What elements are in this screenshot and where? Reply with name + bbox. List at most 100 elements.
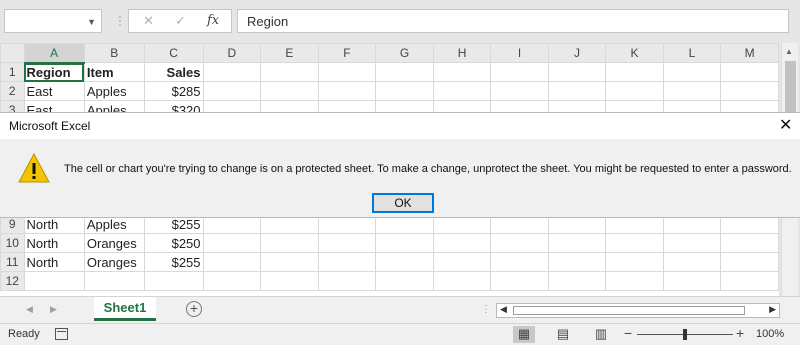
zoom-level[interactable]: 100%	[756, 328, 784, 340]
cell[interactable]: $250	[143, 233, 204, 253]
cell[interactable]	[605, 62, 664, 82]
cell[interactable]	[202, 252, 262, 272]
cell[interactable]	[260, 252, 319, 272]
next-sheet-icon[interactable]: ▶	[50, 304, 57, 315]
cell[interactable]	[375, 252, 434, 272]
cell[interactable]	[83, 271, 145, 291]
cell[interactable]: North	[23, 252, 85, 272]
cell[interactable]	[202, 81, 262, 101]
column-header-k[interactable]: K	[605, 43, 664, 63]
cell[interactable]	[202, 62, 262, 82]
row-header[interactable]: 1	[0, 62, 25, 82]
insert-function-icon[interactable]: fx	[207, 13, 219, 28]
scroll-up-icon[interactable]: ▲	[785, 47, 793, 56]
zoom-slider-handle[interactable]	[683, 329, 687, 340]
cell[interactable]	[432, 62, 492, 82]
cell[interactable]: East	[23, 81, 85, 101]
cell[interactable]	[662, 252, 722, 272]
add-sheet-icon[interactable]: +	[186, 301, 202, 317]
cell[interactable]	[720, 81, 779, 101]
cell[interactable]	[720, 271, 779, 291]
column-header-j[interactable]: J	[547, 43, 607, 63]
cell[interactable]	[662, 233, 722, 253]
normal-view-icon[interactable]: ▦	[513, 326, 535, 343]
row-header[interactable]: 2	[0, 81, 25, 101]
cell[interactable]	[202, 271, 262, 291]
column-header-m[interactable]: M	[720, 43, 779, 63]
cell[interactable]	[605, 233, 664, 253]
horizontal-scrollbar[interactable]: ◀ ▶	[496, 303, 780, 318]
cell[interactable]	[605, 252, 664, 272]
cell[interactable]	[260, 81, 319, 101]
page-break-preview-icon[interactable]: ▥	[590, 326, 612, 343]
column-header-b[interactable]: B	[83, 43, 145, 63]
cell[interactable]	[260, 62, 319, 82]
zoom-in-icon[interactable]: +	[736, 325, 744, 341]
cell[interactable]	[605, 81, 664, 101]
cell[interactable]	[662, 62, 722, 82]
column-header-d[interactable]: D	[202, 43, 262, 63]
prev-sheet-icon[interactable]: ◀	[26, 304, 33, 315]
cell[interactable]	[260, 233, 319, 253]
cell[interactable]	[490, 81, 549, 101]
cell[interactable]	[662, 271, 722, 291]
cell[interactable]	[490, 252, 549, 272]
cell[interactable]	[375, 271, 434, 291]
column-header-h[interactable]: H	[432, 43, 492, 63]
cell[interactable]	[375, 81, 434, 101]
cell[interactable]: Sales	[143, 62, 204, 82]
scroll-left-icon[interactable]: ◀	[500, 304, 507, 315]
column-header-a[interactable]: A	[23, 43, 85, 64]
macro-recording-icon[interactable]	[55, 328, 68, 340]
page-layout-view-icon[interactable]: ▤	[552, 326, 574, 343]
column-header-g[interactable]: G	[375, 43, 434, 63]
cell[interactable]	[432, 252, 492, 272]
cell[interactable]: Oranges	[83, 233, 145, 253]
cell[interactable]	[547, 233, 607, 253]
scroll-right-icon[interactable]: ▶	[769, 304, 776, 315]
cell[interactable]: $255	[143, 252, 204, 272]
cell[interactable]	[605, 271, 664, 291]
cell[interactable]	[202, 233, 262, 253]
cell[interactable]: Region	[23, 62, 85, 82]
cell[interactable]	[490, 62, 549, 82]
name-box-dropdown-icon[interactable]: ▼	[87, 17, 96, 27]
column-header-e[interactable]: E	[260, 43, 319, 63]
column-header-l[interactable]: L	[662, 43, 722, 63]
cell[interactable]	[490, 271, 549, 291]
cell[interactable]	[375, 62, 434, 82]
cell[interactable]: $285	[143, 81, 204, 101]
cell[interactable]	[317, 62, 377, 82]
cell[interactable]	[143, 271, 204, 291]
enter-icon[interactable]: ✓	[175, 13, 186, 29]
cell[interactable]	[547, 252, 607, 272]
ok-button[interactable]: OK	[372, 193, 434, 213]
cell[interactable]	[23, 271, 85, 291]
row-header[interactable]: 11	[0, 252, 25, 272]
cell[interactable]	[490, 233, 549, 253]
cell[interactable]	[547, 81, 607, 101]
sheet-tab-sheet1[interactable]: Sheet1	[94, 297, 156, 321]
cell[interactable]	[662, 81, 722, 101]
column-header-i[interactable]: I	[490, 43, 549, 63]
cell[interactable]	[317, 233, 377, 253]
cell[interactable]	[432, 81, 492, 101]
cell[interactable]: North	[23, 233, 85, 253]
column-header-f[interactable]: F	[317, 43, 377, 63]
cell[interactable]	[720, 233, 779, 253]
cell[interactable]	[432, 271, 492, 291]
row-header[interactable]: 12	[0, 271, 25, 291]
close-icon[interactable]: ✕	[779, 115, 792, 135]
cell[interactable]	[317, 252, 377, 272]
column-header-c[interactable]: C	[143, 43, 204, 63]
name-box[interactable]: ▼	[4, 9, 102, 33]
cell[interactable]	[317, 271, 377, 291]
row-header[interactable]: 10	[0, 233, 25, 253]
tab-split-handle-icon[interactable]: ⋮	[481, 304, 491, 315]
cell[interactable]	[432, 233, 492, 253]
cell[interactable]	[720, 252, 779, 272]
cell[interactable]	[317, 81, 377, 101]
cell[interactable]	[547, 62, 607, 82]
cell[interactable]: Apples	[83, 81, 145, 101]
formula-input[interactable]: Region	[237, 9, 789, 33]
